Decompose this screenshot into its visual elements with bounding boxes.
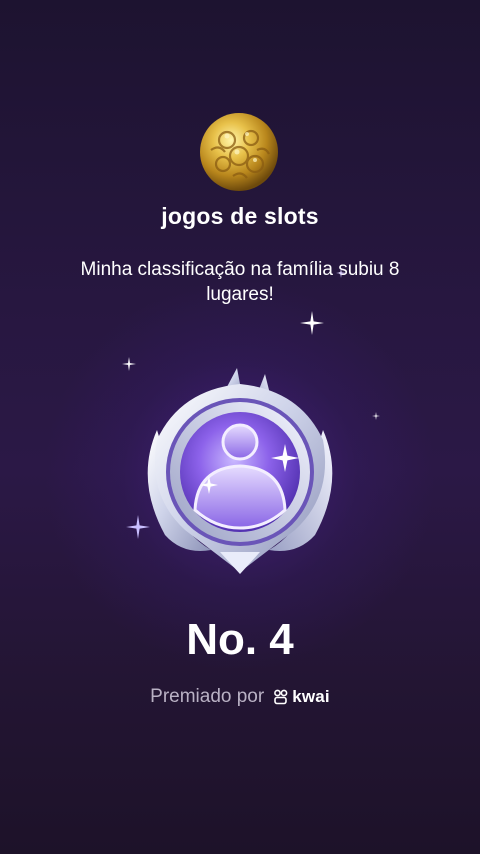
awarded-by-label: Premiado por: [150, 686, 265, 707]
rank-number: No. 4: [186, 615, 294, 664]
rank-award-screen: jogos de slots Minha classificação na fa…: [0, 0, 480, 854]
kwai-brand-name: kwai: [292, 687, 330, 706]
sparkle-icon: [372, 412, 380, 420]
group-name: jogos de slots: [161, 203, 319, 229]
group-avatar: [197, 110, 281, 194]
awarded-by: Premiado por kwai: [0, 686, 480, 708]
rank-medal: [125, 360, 355, 585]
kwai-brand: kwai: [273, 687, 330, 707]
kwai-logo-icon: [274, 689, 288, 705]
sparkle-icon: [300, 311, 324, 335]
silver-family-medal-icon: [147, 368, 333, 574]
sparkle-icon: [336, 268, 346, 278]
gold-ornament-avatar-icon: [200, 113, 278, 191]
rank-up-message: Minha classificação na família subiu 8 l…: [80, 259, 400, 305]
